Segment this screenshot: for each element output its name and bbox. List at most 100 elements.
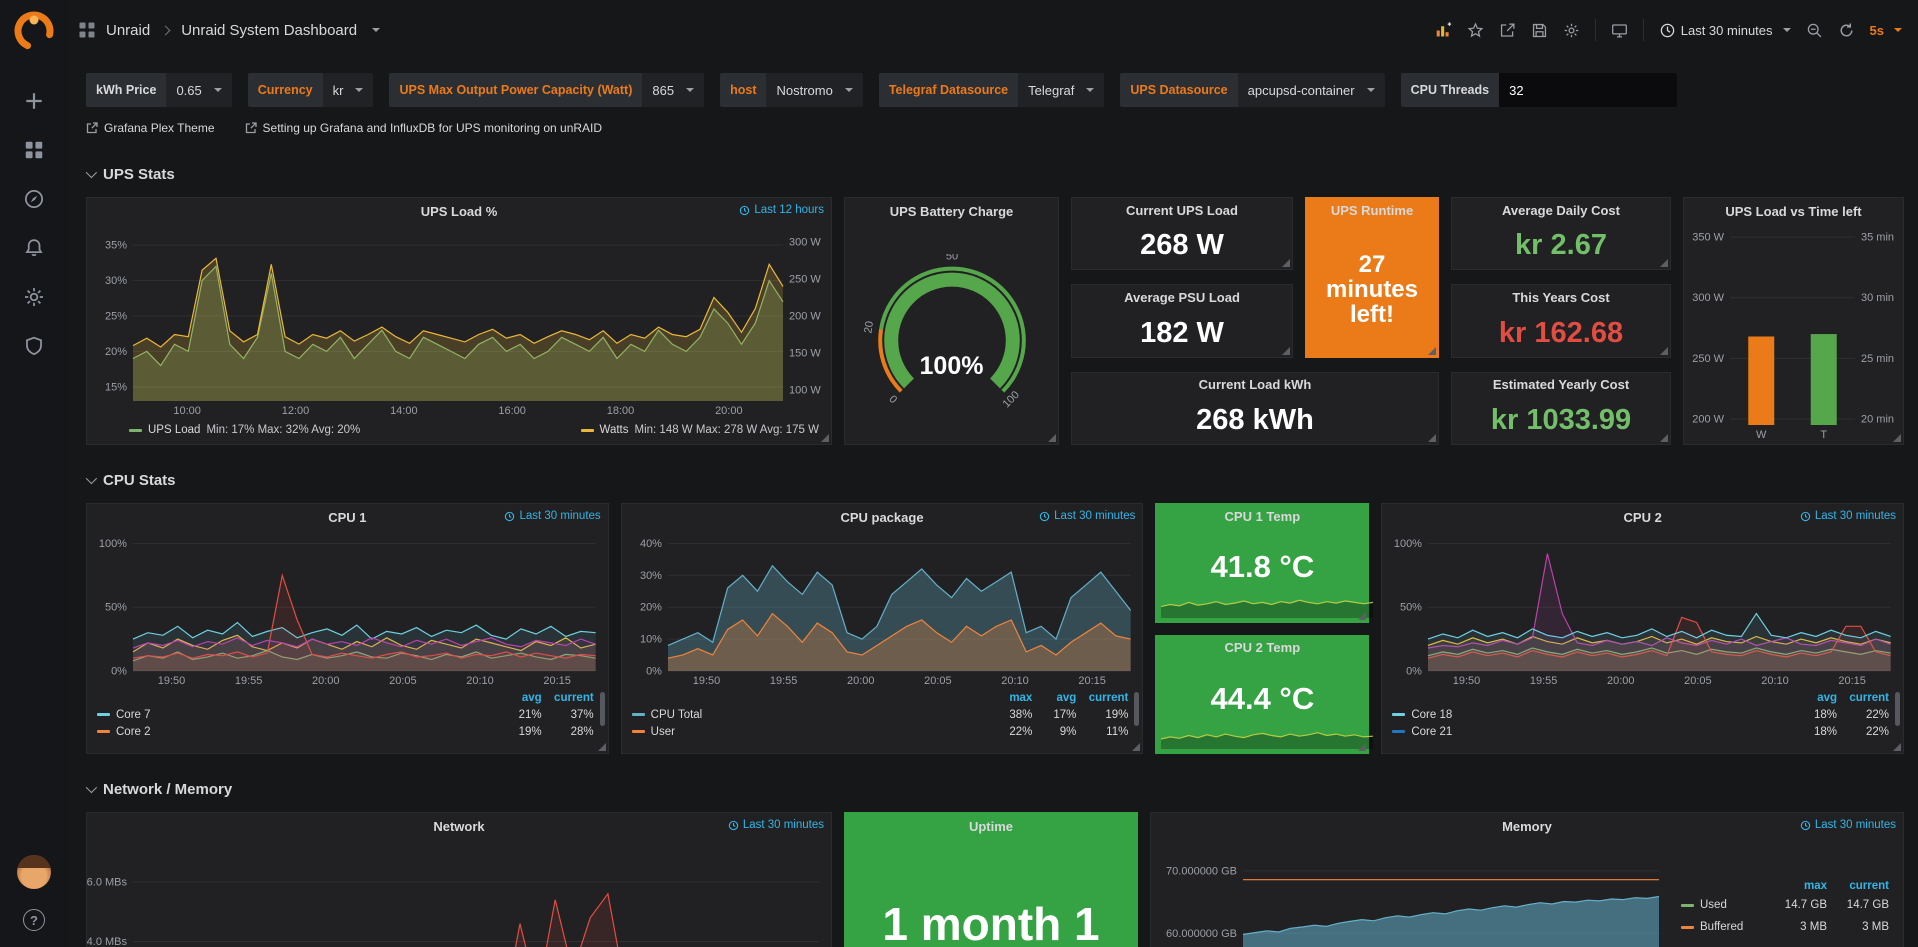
variable-ups-datasource[interactable]: UPS Datasource apcupsd-container	[1120, 73, 1384, 107]
legend-sort-avg[interactable]: avg	[1032, 692, 1076, 704]
tv-mode-button[interactable]	[1611, 22, 1628, 39]
refresh-interval-picker[interactable]: 5s	[1870, 23, 1902, 38]
panel-title[interactable]: Network	[433, 819, 484, 834]
zoom-out-button[interactable]	[1806, 22, 1823, 39]
legend-series-name[interactable]: Core 7	[116, 709, 151, 721]
link-grafana-plex-theme[interactable]: Grafana Plex Theme	[86, 116, 215, 139]
time-range-picker[interactable]: Last 30 minutes	[1659, 22, 1791, 39]
cpu2-chart[interactable]: 0%50%100%19:5019:5520:0020:0520:1020:15	[1382, 530, 1903, 688]
panel-title[interactable]: UPS Load vs Time left	[1725, 204, 1861, 219]
breadcrumb-app[interactable]: Unraid	[106, 22, 150, 39]
grafana-logo[interactable]	[13, 10, 55, 52]
panel-title[interactable]: Current Load kWh	[1199, 377, 1312, 392]
variable-kwh-price[interactable]: kWh Price 0.65	[86, 73, 232, 107]
legend-scrollbar[interactable]	[1895, 692, 1900, 726]
memory-chart[interactable]: 50.000000 GB60.000000 GB70.000000 GB	[1151, 839, 1671, 947]
panel-title[interactable]: Uptime	[969, 819, 1013, 834]
variable-value-dropdown[interactable]: apcupsd-container	[1238, 73, 1385, 107]
legend-sort-current[interactable]: current	[542, 692, 594, 704]
legend-sort-avg[interactable]: avg	[492, 692, 542, 704]
alerting-bell-icon[interactable]	[23, 237, 45, 259]
legend-series-name[interactable]: User	[651, 726, 675, 738]
legend-sort-current[interactable]: current	[1827, 880, 1889, 892]
panel-title[interactable]: Average Daily Cost	[1502, 203, 1620, 218]
cpu-package-chart[interactable]: 0%10%20%30%40%19:5019:5520:0020:0520:102…	[622, 530, 1143, 688]
legend-sort-current[interactable]: current	[1076, 692, 1128, 704]
legend-sort-max[interactable]: max	[984, 692, 1032, 704]
ups-load-vs-time-chart[interactable]: 200 W250 W300 W350 W20 min25 min30 min35…	[1684, 224, 1903, 442]
panel-time-override[interactable]: Last 30 minutes	[504, 510, 600, 522]
ups-load-chart[interactable]: 15%20%25%30%35%100 W150 W200 W250 W300 W…	[87, 224, 831, 418]
panel-title[interactable]: This Years Cost	[1512, 290, 1609, 305]
legend-scrollbar[interactable]	[600, 692, 605, 726]
chevron-down-icon[interactable]	[372, 28, 380, 32]
variable-value-dropdown[interactable]: Nostromo	[766, 73, 862, 107]
panel-title[interactable]: CPU 2	[1624, 510, 1662, 525]
panel-title[interactable]: CPU 2 Temp	[1225, 640, 1301, 655]
panel-time-override[interactable]: Last 30 minutes	[1800, 510, 1896, 522]
legend-series-name[interactable]: CPU Total	[651, 709, 703, 721]
panel-title[interactable]: Average PSU Load	[1124, 290, 1240, 305]
legend-series-name[interactable]: Core 21	[1411, 726, 1452, 738]
panel-resize-handle[interactable]	[1358, 743, 1366, 751]
admin-shield-icon[interactable]	[23, 335, 45, 357]
cpu-threads-input[interactable]	[1499, 73, 1677, 107]
panel-title[interactable]: Current UPS Load	[1126, 203, 1238, 218]
variable-value-dropdown[interactable]: 865	[642, 73, 704, 107]
share-button[interactable]	[1499, 22, 1516, 39]
panel-time-override[interactable]: Last 30 minutes	[728, 819, 824, 831]
refresh-button[interactable]	[1838, 22, 1855, 39]
section-network-memory[interactable]: Network / Memory	[86, 774, 1904, 804]
user-avatar[interactable]	[17, 855, 51, 889]
variable-telegraf-datasource[interactable]: Telegraf Datasource Telegraf	[879, 73, 1105, 107]
variable-value-dropdown[interactable]: kr	[323, 73, 374, 107]
save-button[interactable]	[1531, 22, 1548, 39]
panel-resize-handle[interactable]	[1428, 434, 1436, 442]
panel-resize-handle[interactable]	[1048, 434, 1056, 442]
panel-resize-handle[interactable]	[1358, 612, 1366, 620]
panel-title[interactable]: Estimated Yearly Cost	[1493, 377, 1629, 392]
favorite-button[interactable]	[1467, 22, 1484, 39]
panel-time-override[interactable]: Last 12 hours	[739, 204, 824, 216]
dashboards-icon[interactable]	[23, 139, 45, 161]
panel-title[interactable]: UPS Runtime	[1331, 203, 1413, 218]
cpu1-chart[interactable]: 0%50%100%19:5019:5520:0020:0520:1020:15	[87, 530, 608, 688]
section-cpu-stats[interactable]: CPU Stats	[86, 465, 1904, 495]
configuration-gear-icon[interactable]	[23, 286, 45, 308]
legend-series-name[interactable]: Buffered	[1700, 921, 1743, 933]
legend-series-name[interactable]: Core 2	[116, 726, 151, 738]
legend-series-name[interactable]: Core 18	[1411, 709, 1452, 721]
legend-series-name[interactable]: Used	[1700, 899, 1727, 911]
variable-currency[interactable]: Currency kr	[248, 73, 374, 107]
section-ups-stats[interactable]: UPS Stats	[86, 159, 1904, 189]
panel-title[interactable]: CPU 1	[328, 510, 366, 525]
network-chart[interactable]: 2.0 MBs4.0 MBs6.0 MBs	[87, 839, 831, 947]
panel-resize-handle[interactable]	[598, 743, 606, 751]
breadcrumb-dashboard-title[interactable]: Unraid System Dashboard	[181, 22, 357, 39]
variable-value-dropdown[interactable]: 0.65	[166, 73, 231, 107]
panel-title[interactable]: Memory	[1502, 819, 1552, 834]
panel-title[interactable]: CPU package	[840, 510, 923, 525]
dashboard-settings-button[interactable]	[1563, 22, 1580, 39]
panel-resize-handle[interactable]	[1660, 347, 1668, 355]
legend-series-name[interactable]: UPS Load	[148, 424, 200, 436]
explore-compass-icon[interactable]	[23, 188, 45, 210]
panel-resize-handle[interactable]	[821, 434, 829, 442]
variable-host[interactable]: host Nostromo	[720, 73, 863, 107]
legend-sort-max[interactable]: max	[1765, 880, 1827, 892]
create-plus-icon[interactable]	[23, 90, 45, 112]
panel-resize-handle[interactable]	[1282, 347, 1290, 355]
legend-sort-current[interactable]: current	[1837, 692, 1889, 704]
add-panel-button[interactable]	[1435, 22, 1452, 39]
panel-resize-handle[interactable]	[1660, 259, 1668, 267]
panel-resize-handle[interactable]	[1132, 743, 1140, 751]
panel-time-override[interactable]: Last 30 minutes	[1039, 510, 1135, 522]
panel-resize-handle[interactable]	[1428, 347, 1436, 355]
link-ups-monitoring-guide[interactable]: Setting up Grafana and InfluxDB for UPS …	[245, 116, 603, 139]
legend-scrollbar[interactable]	[1134, 692, 1139, 726]
panel-resize-handle[interactable]	[1893, 743, 1901, 751]
panel-title[interactable]: UPS Battery Charge	[890, 204, 1014, 219]
panel-resize-handle[interactable]	[1282, 259, 1290, 267]
help-icon[interactable]: ?	[23, 909, 45, 931]
panel-title[interactable]: CPU 1 Temp	[1225, 509, 1301, 524]
